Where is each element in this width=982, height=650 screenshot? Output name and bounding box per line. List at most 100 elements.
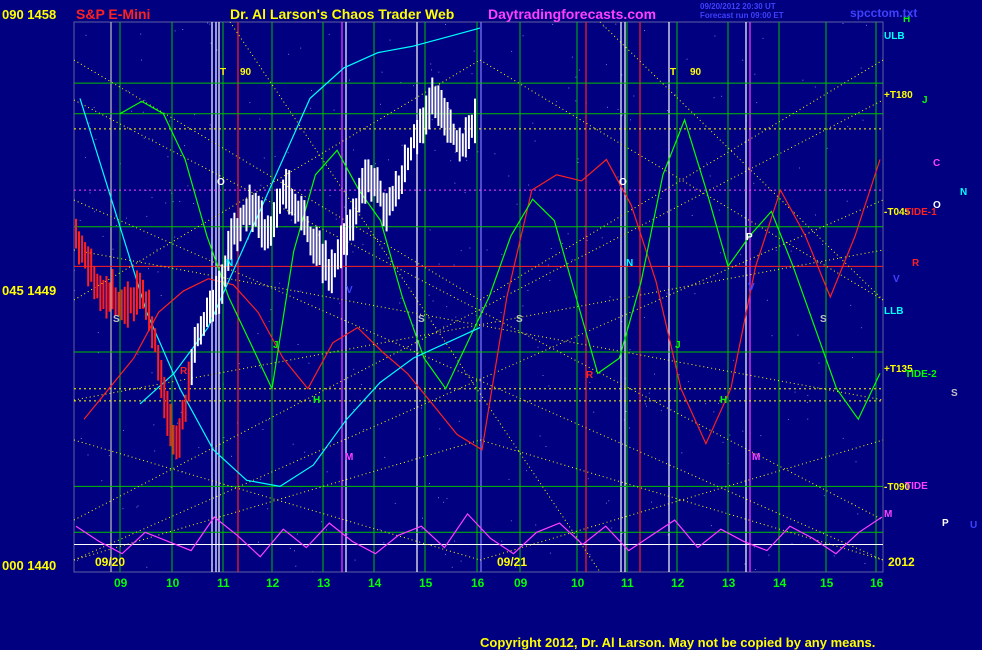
star-dot xyxy=(469,247,471,249)
inline-label: M xyxy=(752,452,760,463)
star-dot xyxy=(718,209,720,211)
star-dot xyxy=(549,280,551,281)
star-dot xyxy=(431,119,433,121)
star-dot xyxy=(335,218,337,220)
star-dot xyxy=(263,157,265,159)
right-label: J xyxy=(922,95,928,106)
star-dot xyxy=(508,175,510,177)
star-dot xyxy=(170,486,172,488)
star-dot xyxy=(621,114,623,116)
star-dot xyxy=(605,502,607,504)
star-dot xyxy=(389,39,391,41)
star-dot xyxy=(167,156,169,158)
inline-label: H xyxy=(720,395,727,406)
star-dot xyxy=(125,217,127,219)
star-dot xyxy=(628,427,630,429)
star-dot xyxy=(458,420,460,422)
star-dot xyxy=(714,35,716,37)
star-dot xyxy=(446,498,448,500)
star-dot xyxy=(511,50,513,52)
star-dot xyxy=(131,110,133,112)
star-dot xyxy=(450,160,452,162)
inline-label: S xyxy=(418,314,425,325)
star-dot xyxy=(209,23,211,25)
star-dot xyxy=(686,58,688,60)
star-dot xyxy=(486,249,488,251)
x-tick-label: 10 xyxy=(166,576,180,590)
star-dot xyxy=(677,499,679,501)
star-dot xyxy=(352,251,354,253)
star-dot xyxy=(535,524,537,526)
star-dot xyxy=(248,238,250,240)
star-dot xyxy=(713,97,715,99)
star-dot xyxy=(310,107,312,109)
star-dot xyxy=(762,37,764,39)
price-bottom-label: 000 1440 xyxy=(2,558,56,573)
star-dot xyxy=(842,189,843,190)
star-dot xyxy=(718,402,719,404)
inline-label: O xyxy=(619,177,627,188)
star-dot xyxy=(432,300,434,302)
inline-label: S xyxy=(113,314,120,325)
star-dot xyxy=(142,111,144,113)
inline-label: 90 xyxy=(690,67,702,78)
star-dot xyxy=(77,560,78,562)
star-dot xyxy=(321,521,323,523)
star-dot xyxy=(259,478,261,480)
star-dot xyxy=(438,71,440,73)
x-tick-label: 12 xyxy=(671,576,685,590)
star-dot xyxy=(174,236,176,238)
star-dot xyxy=(429,229,431,231)
star-dot xyxy=(675,94,677,96)
star-dot xyxy=(826,147,828,149)
star-dot xyxy=(290,219,292,221)
star-dot xyxy=(586,240,588,241)
star-dot xyxy=(394,502,396,504)
star-dot xyxy=(152,138,154,140)
star-dot xyxy=(297,290,298,292)
right-label: ULB xyxy=(884,31,905,42)
star-dot xyxy=(287,152,289,154)
star-dot xyxy=(413,324,415,326)
star-dot xyxy=(262,429,264,430)
star-dot xyxy=(375,163,376,165)
star-dot xyxy=(115,225,117,226)
star-dot xyxy=(207,22,209,24)
inline-label: H xyxy=(313,395,320,406)
site-name[interactable]: Daytradingforecasts.com xyxy=(488,6,656,22)
x-tick-label: 09 xyxy=(114,576,128,590)
star-dot xyxy=(165,202,167,204)
x-tick-label: 16 xyxy=(471,576,485,590)
inline-label: P xyxy=(746,232,753,243)
right-label: TIDE xyxy=(905,481,928,492)
star-dot xyxy=(176,422,178,424)
star-dot xyxy=(180,411,182,413)
star-dot xyxy=(608,500,610,502)
star-dot xyxy=(567,233,569,235)
star-dot xyxy=(401,144,403,146)
star-dot xyxy=(257,333,259,335)
star-dot xyxy=(151,196,153,198)
star-dot xyxy=(756,102,758,104)
x-tick-label: 13 xyxy=(317,576,331,590)
star-dot xyxy=(194,114,196,116)
star-dot xyxy=(806,402,808,403)
star-dot xyxy=(400,297,402,299)
star-dot xyxy=(860,327,862,329)
price-top-label: 090 1458 xyxy=(2,7,56,22)
star-dot xyxy=(790,250,792,252)
star-dot xyxy=(678,374,680,376)
star-dot xyxy=(363,429,365,430)
star-dot xyxy=(550,248,552,249)
star-dot xyxy=(577,162,579,163)
chart-title: Dr. Al Larson's Chaos Trader Web xyxy=(230,6,454,22)
star-dot xyxy=(122,508,124,510)
star-dot xyxy=(494,153,496,155)
star-dot xyxy=(216,49,218,51)
star-dot xyxy=(548,385,550,387)
star-dot xyxy=(95,138,97,140)
star-dot xyxy=(223,437,225,438)
star-dot xyxy=(561,243,563,244)
star-dot xyxy=(617,108,619,110)
star-dot xyxy=(79,219,81,221)
